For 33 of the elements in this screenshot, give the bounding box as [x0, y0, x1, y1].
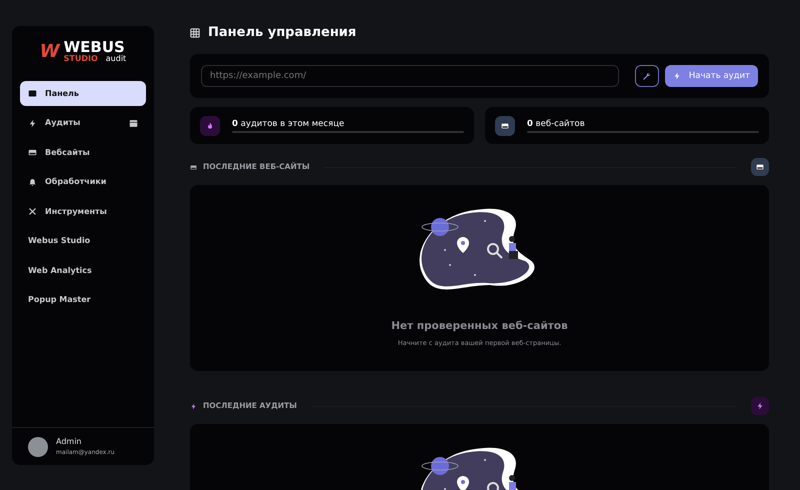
monitor-icon [28, 148, 37, 157]
monitor-icon [501, 122, 509, 130]
sidebar-item[interactable]: Webus Studio [20, 228, 146, 254]
stat-text: 0 аудитов в этом месяце [232, 118, 346, 130]
sidebar-item[interactable]: Вебсайты [20, 140, 146, 165]
lightning-icon [28, 118, 37, 128]
avatar [28, 436, 48, 456]
archive-icon [129, 118, 138, 128]
sidebar-item[interactable]: Web Analytics [20, 258, 146, 283]
logo-name: WEBUS [64, 40, 125, 55]
wrench-icon [642, 72, 652, 80]
grid-icon [190, 28, 200, 38]
logo-subtitle: STUDIO [64, 55, 98, 63]
logo-tag: audit [106, 55, 126, 63]
fire-icon [206, 122, 214, 130]
stat-text: 0 веб-сайтов [527, 118, 586, 130]
sidebar-item[interactable]: Popup Master [20, 288, 146, 312]
lightning-icon [672, 72, 681, 80]
monitor-icon [190, 164, 197, 170]
user-name: Admin [56, 436, 82, 448]
monitor-icon [756, 163, 764, 171]
settings-button[interactable] [634, 65, 659, 87]
lightning-icon [756, 402, 764, 410]
sidebar-item[interactable]: Панель [20, 81, 146, 106]
page-title: Панель управления [208, 24, 356, 42]
url-input-field[interactable]: https://example.com/ [201, 65, 619, 87]
logo-mark: W [40, 40, 60, 64]
empty-title: Нет проверенных веб-сайтов [391, 319, 568, 334]
sidebar-item[interactable]: Обработчики [20, 170, 146, 194]
sidebar-item[interactable]: Инструменты [20, 199, 146, 224]
sidebar-item[interactable]: Аудиты [20, 110, 146, 136]
bell-icon [28, 178, 37, 186]
lightning-icon [190, 402, 197, 410]
